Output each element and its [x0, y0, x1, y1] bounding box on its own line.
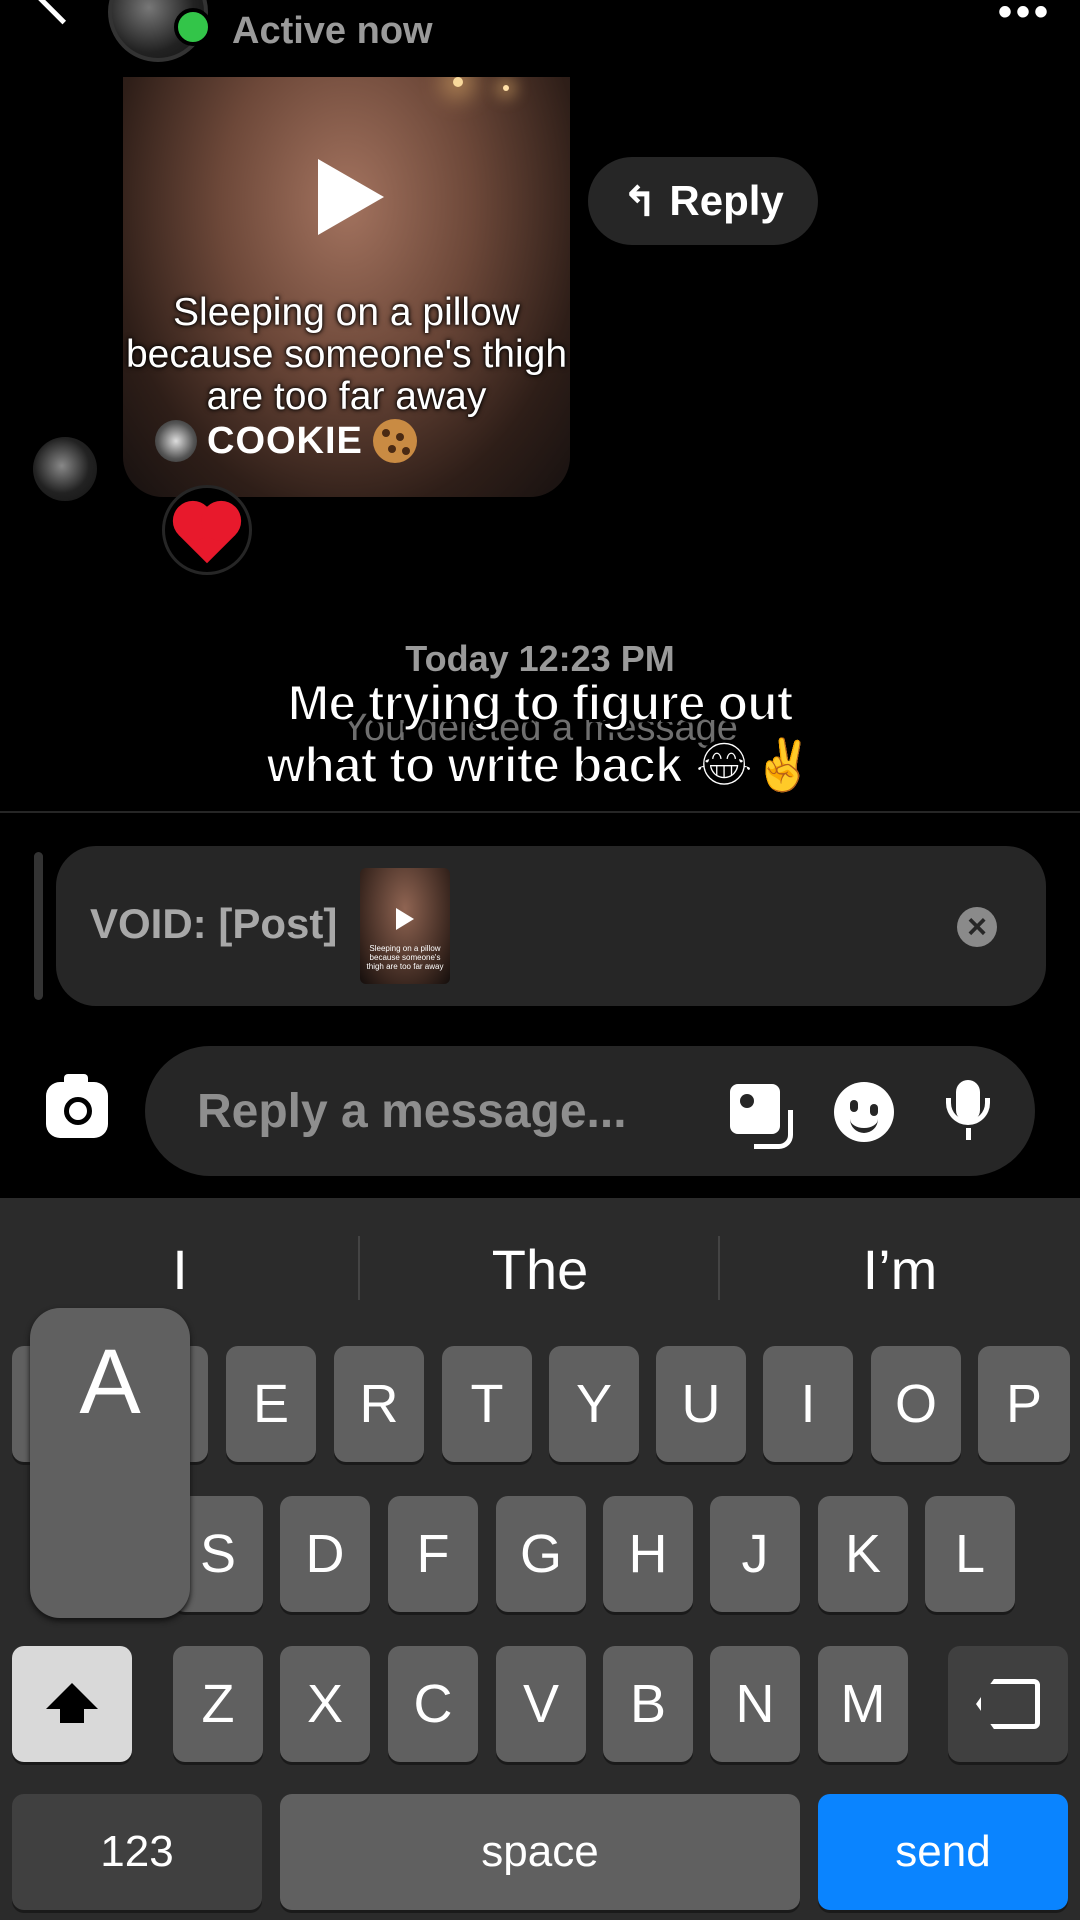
suggestion-2[interactable]: The — [360, 1230, 720, 1310]
key-x[interactable]: X — [280, 1646, 370, 1762]
more-options-icon[interactable]: ••• — [998, 0, 1052, 35]
reply-button[interactable]: ↰ Reply — [588, 157, 818, 245]
key-p[interactable]: P — [978, 1346, 1070, 1462]
backspace-key[interactable] — [948, 1646, 1068, 1762]
key-t[interactable]: T — [442, 1346, 532, 1462]
key-h[interactable]: H — [603, 1496, 693, 1612]
active-status-text: Active now — [232, 10, 433, 52]
key-v[interactable]: V — [496, 1646, 586, 1762]
key-u[interactable]: U — [656, 1346, 746, 1462]
sticker-icon[interactable] — [834, 1082, 894, 1142]
key-popup-letter: A — [79, 1331, 141, 1433]
reply-preview-label: VOID: [Post] — [90, 900, 338, 947]
space-key[interactable]: space — [280, 1794, 800, 1910]
camera-icon[interactable] — [46, 1074, 108, 1138]
message-input[interactable] — [195, 1080, 659, 1142]
reply-button-label: Reply — [669, 177, 784, 224]
gallery-icon[interactable] — [730, 1084, 793, 1149]
post-caption: Sleeping on a pillow because someone's t… — [125, 291, 568, 418]
key-i[interactable]: I — [763, 1346, 853, 1462]
numbers-key[interactable]: 123 — [12, 1794, 262, 1910]
backspace-icon — [976, 1679, 1040, 1729]
sender-avatar[interactable] — [33, 437, 97, 501]
key-m[interactable]: M — [818, 1646, 908, 1762]
reply-arrow-icon: ↰ — [622, 177, 658, 225]
reply-indicator-bar — [34, 852, 43, 1000]
key-e[interactable]: E — [226, 1346, 316, 1462]
key-f[interactable]: F — [388, 1496, 478, 1612]
close-reply-icon[interactable]: × — [957, 907, 997, 947]
play-icon[interactable] — [318, 159, 384, 235]
microphone-icon[interactable] — [946, 1080, 990, 1125]
back-arrow-icon[interactable] — [30, 0, 95, 25]
background-light — [503, 85, 509, 91]
key-j[interactable]: J — [710, 1496, 800, 1612]
suggestion-3[interactable]: I’m — [720, 1230, 1080, 1310]
heart-reaction[interactable] — [162, 485, 252, 575]
microphone-stem — [966, 1128, 971, 1140]
key-y[interactable]: Y — [549, 1346, 639, 1462]
author-avatar — [155, 420, 197, 462]
key-c[interactable]: C — [388, 1646, 478, 1762]
reply-preview-thumbnail: Sleeping on a pillow because someone's t… — [360, 868, 450, 984]
shift-arrow-icon — [46, 1683, 98, 1723]
cookie-emoji-icon — [372, 419, 417, 463]
key-g[interactable]: G — [496, 1496, 586, 1612]
play-icon — [396, 908, 414, 930]
online-status-dot — [174, 8, 212, 46]
key-z[interactable]: Z — [173, 1646, 263, 1762]
key-d[interactable]: D — [280, 1496, 370, 1612]
key-l[interactable]: L — [925, 1496, 1015, 1612]
post-author[interactable]: COOKIE — [155, 419, 417, 463]
key-k[interactable]: K — [818, 1496, 908, 1612]
send-key[interactable]: send — [818, 1794, 1068, 1910]
shared-post-card[interactable]: Sleeping on a pillow because someone's t… — [123, 77, 570, 497]
key-n[interactable]: N — [710, 1646, 800, 1762]
shift-key[interactable] — [12, 1646, 132, 1762]
author-name: COOKIE — [207, 419, 363, 462]
background-light — [453, 77, 463, 87]
thumbnail-caption: Sleeping on a pillow because someone's t… — [366, 944, 444, 971]
heart-icon — [178, 506, 236, 564]
video-overlay-caption: Me trying to figure out what to write ba… — [266, 674, 816, 794]
suggestion-1[interactable]: I — [0, 1230, 360, 1310]
key-r[interactable]: R — [334, 1346, 424, 1462]
key-b[interactable]: B — [603, 1646, 693, 1762]
divider — [0, 811, 1080, 813]
key-o[interactable]: O — [871, 1346, 961, 1462]
